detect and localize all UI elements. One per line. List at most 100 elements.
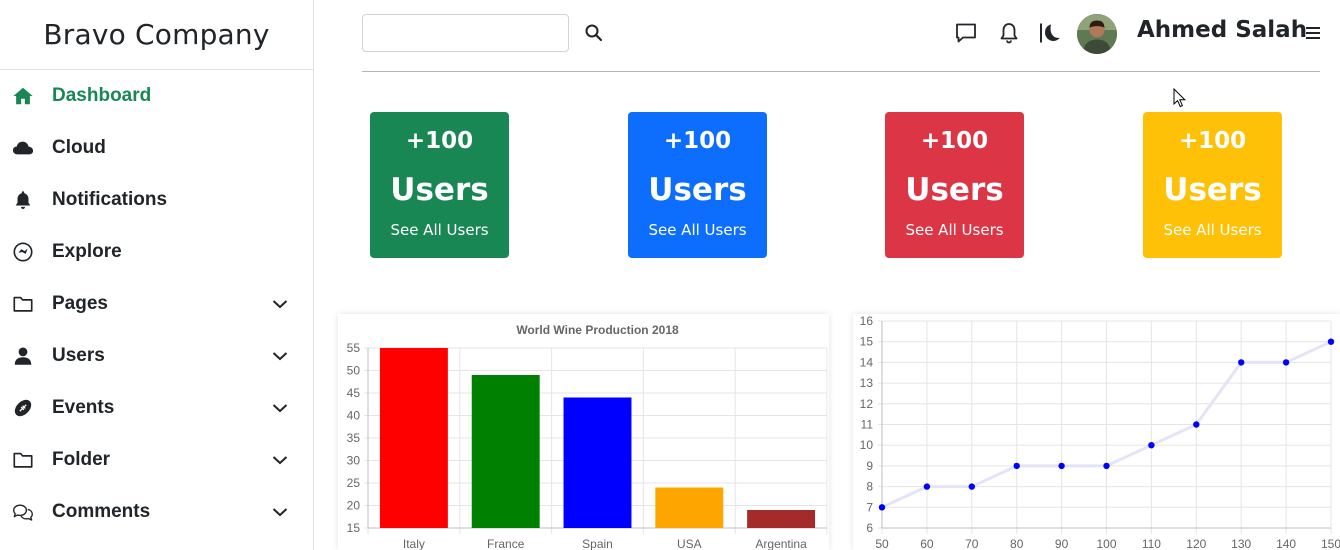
header-divider: [362, 71, 1320, 72]
x-tick-label: Argentina: [755, 537, 807, 550]
stat-count: +100: [405, 128, 474, 154]
sidebar-item-cloud[interactable]: Cloud: [0, 122, 313, 174]
y-tick-label: 20: [347, 499, 361, 513]
x-tick-label: 60: [920, 537, 934, 550]
stat-card-users: +100 Users See All Users: [885, 112, 1024, 258]
stat-card-users: +100 Users See All Users: [1143, 112, 1282, 258]
y-tick-label: 16: [860, 314, 874, 328]
sidebar-item-explore[interactable]: Explore: [0, 226, 313, 278]
stat-card-users: +100 Users See All Users: [370, 112, 509, 258]
home-icon: [10, 85, 36, 107]
x-tick-label: Italy: [403, 537, 425, 550]
sidebar-item-label: Cloud: [52, 137, 106, 158]
y-tick-label: 45: [347, 386, 361, 400]
x-tick-label: 120: [1186, 537, 1206, 550]
app: Bravo Company Dashboard Cloud Notificati…: [0, 0, 1340, 550]
x-tick-label: 70: [965, 537, 979, 550]
chevron-down-icon[interactable]: [271, 503, 289, 521]
line-chart: 6 7 8 9 10 11 12 13 14 15 16 50 60 70 80 90 100 110 120 130…: [860, 314, 1340, 550]
user-name[interactable]: Ahmed Salah: [1137, 17, 1307, 43]
stat-title: Users: [905, 172, 1004, 208]
y-tick-label: 55: [347, 341, 361, 355]
y-tick-label: 40: [347, 409, 361, 423]
y-tick-label: 25: [347, 476, 361, 490]
x-tick-label: 140: [1276, 537, 1296, 550]
x-tick-label: 50: [875, 537, 889, 550]
x-tick-label: 150: [1321, 537, 1340, 550]
y-tick-label: 7: [866, 500, 873, 514]
chevron-down-icon[interactable]: [271, 399, 289, 417]
bar-chart-panel: World Wine Production 2018 15 20 25 30 35 40 45…: [338, 314, 829, 550]
see-all-users-link[interactable]: See All Users: [885, 221, 1024, 239]
chart-title: World Wine Production 2018: [516, 323, 679, 337]
chevron-down-icon[interactable]: [271, 295, 289, 313]
compass-icon: [10, 241, 36, 263]
data-point: [878, 504, 886, 511]
comments-icon: [10, 501, 36, 523]
bell-icon[interactable]: [997, 21, 1021, 45]
sidebar-item-events[interactable]: Events: [0, 382, 313, 434]
menu-icon[interactable]: [1301, 21, 1325, 45]
sidebar-item-label: Pages: [52, 293, 108, 314]
sidebar-item-label: Folder: [52, 449, 111, 470]
y-tick-label: 11: [861, 418, 874, 432]
see-all-users-link[interactable]: See All Users: [628, 221, 767, 239]
x-tick-label: 110: [1142, 537, 1161, 550]
chat-icon[interactable]: [954, 21, 978, 45]
see-all-users-link[interactable]: See All Users: [1143, 221, 1282, 239]
search-input[interactable]: [362, 14, 569, 52]
see-all-users-link[interactable]: See All Users: [370, 221, 509, 239]
folder-icon: [10, 449, 36, 471]
line-chart-panel: 6 7 8 9 10 11 12 13 14 15 16 50 60 70 80 90 100 110 120 130…: [853, 314, 1340, 550]
sidebar-item-folder[interactable]: Folder: [0, 434, 313, 486]
data-point: [1282, 359, 1290, 366]
stat-title: Users: [390, 172, 489, 208]
data-point: [1058, 462, 1065, 470]
bar-chart: World Wine Production 2018 15 20 25 30 35 40 45…: [347, 323, 828, 550]
data-point: [1013, 462, 1020, 470]
y-tick-label: 6: [866, 521, 873, 535]
chevron-down-icon[interactable]: [271, 347, 289, 365]
moon-icon[interactable]: [1038, 21, 1062, 45]
sidebar-item-dashboard[interactable]: Dashboard: [0, 70, 313, 122]
bar-italy: [379, 348, 448, 528]
cloud-icon: [10, 137, 36, 159]
sidebar-item-notifications[interactable]: Notifications: [0, 174, 313, 226]
x-tick-label: Spain: [582, 537, 613, 550]
data-point: [1327, 338, 1335, 345]
sidebar-item-users[interactable]: Users: [0, 330, 313, 382]
bar-usa: [655, 487, 724, 528]
x-tick-label: 90: [1055, 537, 1069, 550]
y-tick-label: 15: [860, 335, 874, 349]
sidebar-item-label: Explore: [52, 241, 122, 262]
bell-icon: [10, 189, 36, 211]
folder-icon: [10, 293, 36, 315]
data-point: [1238, 359, 1245, 366]
y-tick-label: 12: [860, 397, 874, 411]
data-point: [1103, 462, 1110, 470]
user-icon: [10, 345, 36, 367]
search-icon[interactable]: [584, 23, 604, 43]
sidebar-item-label: Comments: [52, 501, 151, 522]
stat-count: +100: [663, 128, 732, 154]
brand-name[interactable]: Bravo Company: [0, 0, 313, 70]
mouse-cursor-icon: [1173, 88, 1187, 108]
x-tick-label: 100: [1096, 537, 1116, 550]
x-tick-label: USA: [677, 537, 702, 550]
y-tick-label: 10: [860, 438, 874, 452]
y-tick-label: 8: [866, 480, 873, 494]
sidebar-item-label: Notifications: [52, 189, 168, 210]
y-tick-label: 30: [347, 454, 361, 468]
y-tick-label: 13: [860, 376, 874, 390]
avatar[interactable]: [1077, 14, 1117, 54]
sidebar-item-label: Events: [52, 397, 115, 418]
x-tick-label: France: [487, 537, 525, 550]
sidebar-item-comments[interactable]: Comments: [0, 486, 313, 538]
chevron-down-icon[interactable]: [271, 451, 289, 469]
data-point: [968, 483, 975, 490]
sidebar-menu: Dashboard Cloud Notifications Explore Pa…: [0, 70, 313, 538]
y-tick-label: 50: [347, 364, 361, 378]
x-tick-label: 80: [1010, 537, 1024, 550]
stat-card-users: +100 Users See All Users: [628, 112, 767, 258]
sidebar-item-pages[interactable]: Pages: [0, 278, 313, 330]
